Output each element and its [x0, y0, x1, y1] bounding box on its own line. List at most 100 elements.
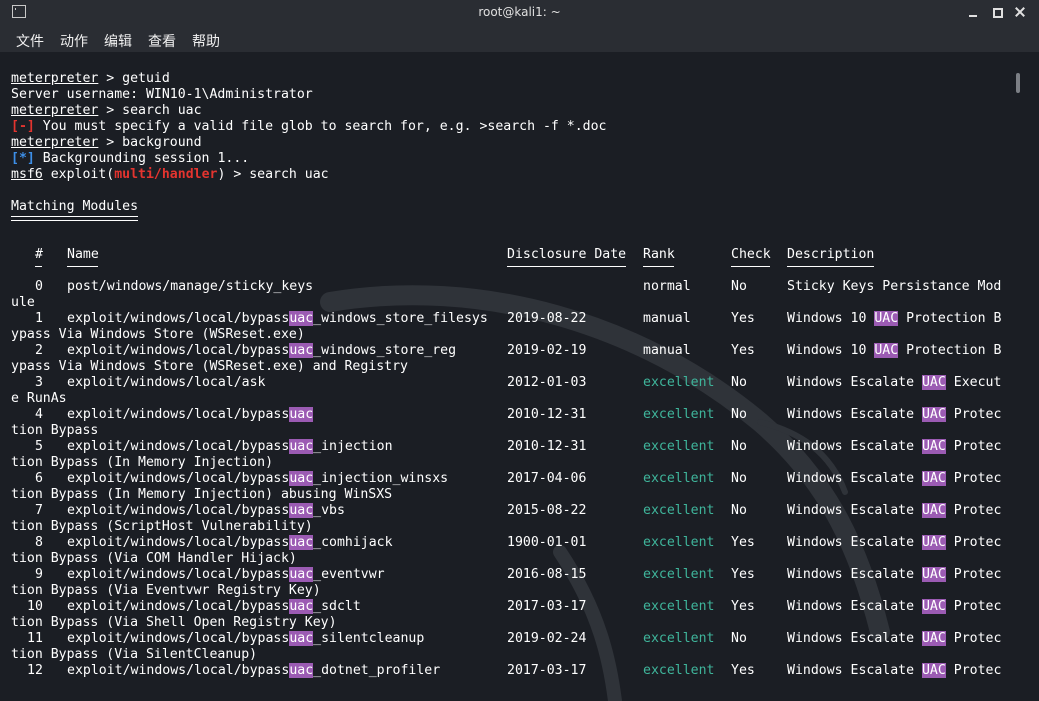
row-number: 4 — [35, 407, 43, 422]
description-continuation: tion Bypass (Via Shell Open Registry Key… — [11, 615, 337, 630]
line-error: [-] You must specify a valid file glob t… — [11, 119, 607, 134]
uac-highlight: uac — [289, 599, 314, 614]
uac-highlight: UAC — [921, 631, 946, 646]
module-name: exploit/windows/local/bypassuac_silentcl… — [67, 631, 425, 646]
module-name: exploit/windows/local/ask — [67, 375, 266, 390]
module-check: Yes — [731, 535, 755, 550]
module-name: exploit/windows/local/bypassuac_injectio… — [67, 439, 393, 454]
module-check: No — [731, 375, 747, 390]
line-getuid: meterpreter > getuid — [11, 71, 170, 86]
module-check: No — [731, 631, 747, 646]
scrollbar-thumb[interactable] — [1016, 73, 1020, 93]
disclosure-date: 2012-01-03 — [507, 375, 587, 390]
row-number: 0 — [35, 279, 43, 294]
module-name: exploit/windows/local/bypassuac_windows_… — [67, 311, 488, 326]
uac-highlight: uac — [289, 503, 314, 518]
row-number: 2 — [35, 343, 43, 358]
row-number: 5 — [35, 439, 43, 454]
uac-highlight: UAC — [921, 375, 946, 390]
description-continuation: tion Bypass (Via COM Handler Hijack) — [11, 551, 297, 566]
uac-highlight: uac — [289, 471, 314, 486]
description-continuation: ypass Via Windows Store (WSReset.exe) — [11, 327, 305, 342]
module-name: exploit/windows/local/bypassuac_dotnet_p… — [67, 663, 441, 678]
header-check-rule — [731, 266, 770, 267]
disclosure-date: 2017-03-17 — [507, 599, 587, 614]
description-continuation: tion Bypass — [11, 423, 99, 438]
menu-bar: 文件 动作 编辑 查看 帮助 — [0, 26, 1039, 52]
uac-highlight: uac — [289, 663, 314, 678]
module-rank: excellent — [643, 599, 715, 614]
module-check: Yes — [731, 663, 755, 678]
title-double-underline — [11, 216, 138, 221]
module-description: Windows Escalate UAC Protec — [787, 407, 1002, 422]
header-rank: Rank — [643, 247, 675, 262]
module-rank: excellent — [643, 375, 715, 390]
module-name: exploit/windows/local/bypassuac — [67, 407, 314, 422]
menu-action[interactable]: 动作 — [60, 31, 88, 51]
disclosure-date: 2019-02-24 — [507, 631, 587, 646]
disclosure-date: 1900-01-01 — [507, 535, 587, 550]
uac-highlight: UAC — [921, 535, 946, 550]
module-name: exploit/windows/local/bypassuac_sdclt — [67, 599, 361, 614]
disclosure-date: 2019-08-22 — [507, 311, 587, 326]
description-continuation: e RunAs — [11, 391, 67, 406]
module-description: Windows Escalate UAC Protec — [787, 439, 1002, 454]
disclosure-date: 2019-02-19 — [507, 343, 587, 358]
header-description-rule — [787, 266, 874, 267]
uac-highlight: UAC — [921, 503, 946, 518]
disclosure-date: 2017-03-17 — [507, 663, 587, 678]
module-rank: excellent — [643, 535, 715, 550]
module-check: No — [731, 503, 747, 518]
disclosure-date: 2017-04-06 — [507, 471, 587, 486]
module-description: Windows Escalate UAC Protec — [787, 599, 1002, 614]
uac-highlight: uac — [289, 343, 314, 358]
module-rank: normal — [643, 279, 691, 294]
module-name: exploit/windows/local/bypassuac_injectio… — [67, 471, 449, 486]
menu-file[interactable]: 文件 — [16, 31, 44, 51]
module-description: Windows Escalate UAC Protec — [787, 503, 1002, 518]
module-description: Windows Escalate UAC Protec — [787, 567, 1002, 582]
row-number: 11 — [27, 631, 43, 646]
menu-edit[interactable]: 编辑 — [104, 31, 132, 51]
uac-highlight: UAC — [921, 471, 946, 486]
header-date: Disclosure Date — [507, 247, 627, 262]
module-description: Windows 10 UAC Protection B — [787, 343, 1002, 358]
close-icon[interactable] — [1012, 4, 1028, 20]
row-number: 10 — [27, 599, 43, 614]
uac-highlight: UAC — [921, 663, 946, 678]
module-check: No — [731, 407, 747, 422]
module-rank: manual — [643, 343, 691, 358]
module-name: post/windows/manage/sticky_keys — [67, 279, 314, 294]
menu-view[interactable]: 查看 — [148, 31, 176, 51]
uac-highlight: uac — [289, 535, 314, 550]
line-msf-prompt: msf6 exploit(multi/handler) > search uac — [11, 167, 329, 182]
line-background: meterpreter > background — [11, 135, 202, 150]
uac-highlight: UAC — [921, 439, 946, 454]
description-continuation: ule — [11, 295, 35, 310]
header-name-rule — [67, 266, 98, 267]
maximize-icon[interactable] — [990, 4, 1006, 20]
disclosure-date: 2010-12-31 — [507, 439, 587, 454]
line-search: meterpreter > search uac — [11, 103, 202, 118]
module-rank: excellent — [643, 663, 715, 678]
header-rank-rule — [643, 266, 674, 267]
uac-highlight: UAC — [874, 311, 899, 326]
module-name: exploit/windows/local/bypassuac_vbs — [67, 503, 345, 518]
menu-help[interactable]: 帮助 — [192, 31, 220, 51]
module-check: No — [731, 439, 747, 454]
header-date-rule — [507, 266, 626, 267]
disclosure-date: 2016-08-15 — [507, 567, 587, 582]
module-description: Windows 10 UAC Protection B — [787, 311, 1002, 326]
module-check: Yes — [731, 343, 755, 358]
header-num-rule — [35, 266, 42, 267]
minimize-icon[interactable] — [966, 4, 982, 20]
module-rank: excellent — [643, 567, 715, 582]
module-description: Sticky Keys Persistance Mod — [787, 279, 1002, 294]
module-description: Windows Escalate UAC Protec — [787, 535, 1002, 550]
disclosure-date: 2010-12-31 — [507, 407, 587, 422]
row-number: 3 — [35, 375, 43, 390]
module-name: exploit/windows/local/bypassuac_eventvwr — [67, 567, 385, 582]
row-number: 12 — [27, 663, 43, 678]
terminal-output[interactable]: meterpreter > getuid Server username: WI… — [0, 52, 1039, 701]
row-number: 7 — [35, 503, 43, 518]
